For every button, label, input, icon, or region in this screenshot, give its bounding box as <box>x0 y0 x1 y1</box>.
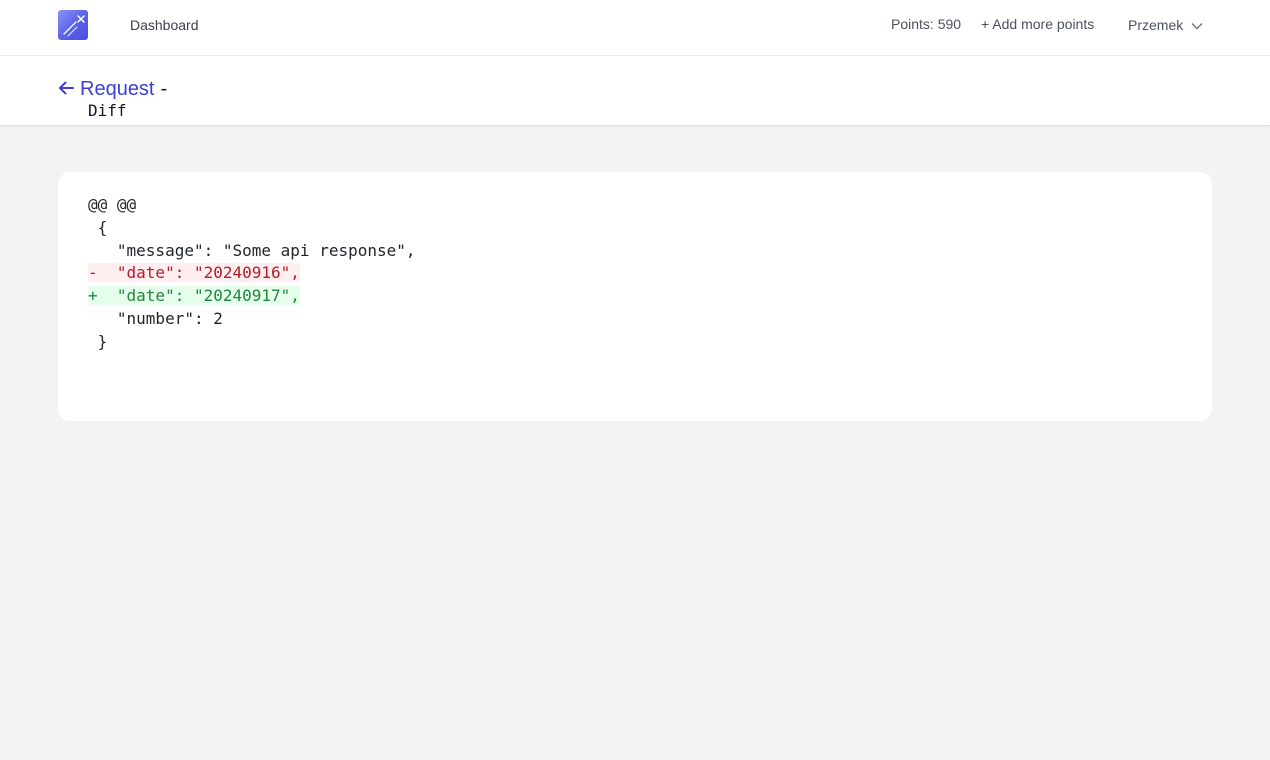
title-text: Diff <box>88 101 127 120</box>
diff-line-context: "number": 2 <box>88 308 416 331</box>
user-menu[interactable]: Przemek <box>1128 16 1203 33</box>
diff-line-removed: - "date": "20240916", <box>88 262 416 285</box>
app-logo[interactable] <box>58 10 88 40</box>
user-name: Przemek <box>1128 16 1184 33</box>
diff-line-text: - "date": "20240916", <box>88 263 300 283</box>
chevron-down-icon <box>1191 17 1203 33</box>
add-points-link[interactable]: + Add more points <box>981 16 1094 32</box>
page-title: Request - Diff <box>58 78 173 120</box>
nav-dashboard-link[interactable]: Dashboard <box>130 17 199 33</box>
diff-card: @@ @@ { "message": "Some api response", -… <box>58 172 1212 421</box>
diff-line-text: } <box>88 331 108 351</box>
back-link-label: Request <box>80 78 155 100</box>
arrow-left-icon <box>58 78 74 101</box>
diff-line-added: + "date": "20240917", <box>88 285 416 308</box>
diff-line-text: { <box>88 217 108 237</box>
title-separator: - <box>160 78 168 100</box>
diff-line-text: + "date": "20240917", <box>88 286 300 306</box>
mask-logo-icon <box>63 15 85 37</box>
diff-line-context: "message": "Some api response", <box>88 240 416 263</box>
diff-line-text: @@ @@ <box>88 195 137 214</box>
diff-line-context: { <box>88 217 416 240</box>
diff-code-block: @@ @@ { "message": "Some api response", -… <box>88 194 416 354</box>
diff-line-context: @@ @@ <box>88 194 416 217</box>
diff-line-context: } <box>88 331 416 354</box>
points-balance: Points: 590 <box>891 16 962 32</box>
diff-line-text: "message": "Some api response", <box>88 240 416 260</box>
diff-line-text: "number": 2 <box>88 308 223 328</box>
back-to-request-link[interactable]: Request <box>58 78 155 101</box>
top-navbar: Dashboard Points: 590 + Add more points … <box>0 0 1270 56</box>
page-header: Request - Diff <box>0 56 1270 126</box>
